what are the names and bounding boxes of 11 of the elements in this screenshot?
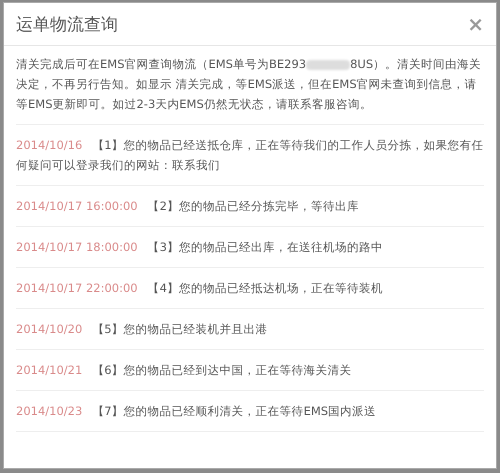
tracking-event-text: 2014/10/21 【6】您的物品已经到达中国，正在等待海关清关 bbox=[16, 362, 353, 379]
tracking-event-text: 2014/10/20 【5】您的物品已经装机并且出港 bbox=[16, 321, 269, 338]
tracking-event-text: 2014/10/17 16:00:00 【2】您的物品已经分拣完毕，等待出库 bbox=[16, 198, 360, 215]
tracking-event-text: 2014/10/16 【1】您的物品已经送抵仓库，正在等待我们的工作人员分拣，如果您有任何疑问可以登录我们的网站：联系我们 bbox=[16, 137, 484, 174]
notice-text: 清关完成后可在EMS官网查询物流（EMS单号为BE293 8US）。清关时间由海关决定，不再另行告知。如显示 清关完成，等EMS派送，但在EMS官网未查询到信息，请等EMS更新即可。如过2-3天内EMS仍然无状态，请联系客服咨询。 bbox=[16, 54, 484, 125]
tracking-event-text: 2014/10/23 【7】您的物品已经顺利清关，正在等待EMS国内派送 bbox=[16, 403, 378, 420]
dialog-title: 运单物流查询 bbox=[16, 14, 118, 36]
tracking-event-text: 2014/10/17 22:00:00 【4】您的物品已经抵达机场，正在等待装机 bbox=[16, 280, 384, 297]
redaction-mark bbox=[306, 60, 350, 70]
close-button[interactable]: × bbox=[467, 12, 484, 36]
tracking-event-text: 2014/10/17 18:00:00 【3】您的物品已经出库，在送往机场的路中 bbox=[16, 239, 384, 256]
